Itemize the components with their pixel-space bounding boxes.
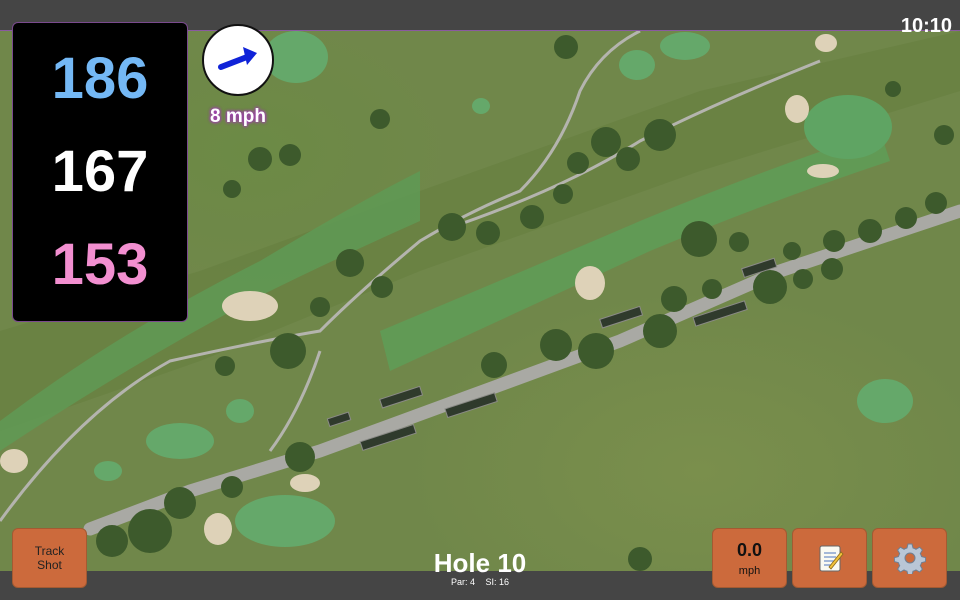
middle-distance: 167 xyxy=(51,138,149,204)
track-shot-label-line2: Shot xyxy=(37,558,62,572)
wind-indicator xyxy=(202,24,274,96)
gear-icon xyxy=(893,543,926,574)
settings-button[interactable] xyxy=(872,528,947,588)
front-distance: 153 xyxy=(51,231,149,297)
clock: 10:10 xyxy=(900,15,952,37)
hole-meta: Par: 4 SI: 16 xyxy=(380,577,580,587)
notepad-icon xyxy=(819,545,844,572)
hole-title: Hole 10 xyxy=(433,548,527,578)
hole-stroke-index: SI: 16 xyxy=(485,577,510,587)
distance-panel: 186 167 153 xyxy=(12,22,188,322)
back-distance: 186 xyxy=(51,46,149,112)
track-shot-label-line1: Track xyxy=(34,544,65,558)
speed-button[interactable]: 0.0 mph xyxy=(712,528,787,588)
wind-direction-arrow-icon xyxy=(218,47,257,70)
track-shot-button[interactable]: Track Shot xyxy=(12,528,87,588)
wind-speed-label: 8 mph xyxy=(210,106,266,127)
speed-value: 0.0 xyxy=(736,539,763,560)
hole-par: Par: 4 xyxy=(450,577,475,587)
speed-unit: mph xyxy=(738,564,761,577)
notes-button[interactable] xyxy=(792,528,867,588)
